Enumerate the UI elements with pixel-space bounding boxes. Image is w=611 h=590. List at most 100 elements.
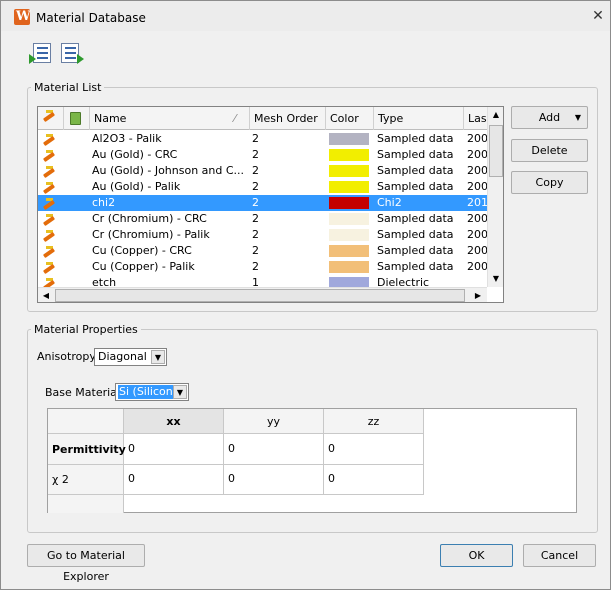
pencil-icon[interactable] [42, 149, 56, 163]
anisotropy-dropdown-icon[interactable]: ▼ [151, 350, 165, 364]
pencil-icon[interactable] [42, 245, 56, 259]
anisotropy-select[interactable]: Diagonal ▼ [94, 348, 167, 366]
sort-indicator-icon: ⁄ [232, 107, 250, 130]
material-row[interactable]: Cr (Chromium) - CRC 2 Sampled data 200 [38, 211, 488, 227]
mesh-order-cell: 2 [252, 212, 259, 225]
pencil-icon[interactable] [42, 213, 56, 227]
column-header-yy[interactable]: yy [224, 409, 324, 434]
close-button[interactable]: ✕ [587, 5, 609, 27]
material-row[interactable]: Cr (Chromium) - Palik 2 Sampled data 200 [38, 227, 488, 243]
cancel-button[interactable]: Cancel [523, 544, 596, 567]
vertical-scrollbar[interactable]: ▲ ▼ [487, 107, 503, 287]
last-modified-cell: 200 [467, 148, 487, 161]
import-materials-icon[interactable] [29, 42, 55, 66]
material-row[interactable]: Al2O3 - Palik 2 Sampled data 200 [38, 131, 488, 147]
pencil-icon [42, 109, 56, 123]
add-button[interactable]: Add ▼ [511, 106, 588, 129]
edit-column-header[interactable] [38, 107, 64, 130]
trash-icon [70, 112, 81, 125]
type-column-header[interactable]: Type [374, 107, 464, 130]
go-to-material-explorer-button[interactable]: Go to Material Explorer [27, 544, 145, 583]
last-modified-cell: 200 [467, 212, 487, 225]
last-modified-cell: 200 [467, 180, 487, 193]
last-modified-cell: 200 [467, 228, 487, 241]
color-swatch [329, 213, 369, 225]
vertical-scroll-thumb[interactable] [489, 125, 503, 177]
material-name-cell: Cr (Chromium) - CRC [92, 212, 207, 225]
color-column-header[interactable]: Color [326, 107, 374, 130]
chi2-xx-cell[interactable]: 0 [124, 465, 224, 495]
material-list-label: Material List [31, 81, 105, 94]
mesh-order-cell: 2 [252, 196, 259, 209]
type-cell: Sampled data [377, 244, 454, 257]
add-button-label: Add [538, 111, 561, 124]
app-logo-icon: W [14, 9, 31, 25]
type-cell: Sampled data [377, 164, 454, 177]
color-swatch [329, 229, 369, 241]
color-swatch [329, 133, 369, 145]
material-name-cell: Au (Gold) - Palik [92, 180, 181, 193]
scroll-right-icon[interactable]: ▶ [470, 288, 486, 302]
anisotropy-label: Anisotropy [37, 350, 96, 363]
base-material-select[interactable]: Si (Silicon) ▼ [115, 383, 189, 401]
base-material-dropdown-icon[interactable]: ▼ [173, 385, 187, 399]
empty-row-header [48, 495, 124, 513]
ok-button[interactable]: OK [440, 544, 513, 567]
pencil-icon[interactable] [42, 261, 56, 275]
pencil-icon[interactable] [42, 165, 56, 179]
color-swatch [329, 149, 369, 161]
properties-grid: xx yy zz Permittivity 0 0 0 χ 2 0 0 0 [47, 408, 577, 513]
last-column-header[interactable]: Las [464, 107, 488, 130]
column-header-zz[interactable]: zz [324, 409, 424, 434]
pencil-icon[interactable] [42, 181, 56, 195]
scroll-left-icon[interactable]: ◀ [38, 288, 54, 302]
material-name-cell: Cu (Copper) - CRC [92, 244, 192, 257]
anisotropy-value: Diagonal [98, 350, 147, 363]
copy-button[interactable]: Copy [511, 171, 588, 194]
type-cell: Chi2 [377, 196, 402, 209]
window-title: Material Database [36, 11, 146, 25]
export-materials-icon[interactable] [59, 42, 85, 66]
material-name-cell: Au (Gold) - CRC [92, 148, 178, 161]
chi2-yy-cell[interactable]: 0 [224, 465, 324, 495]
mesh-order-cell: 2 [252, 260, 259, 273]
pencil-icon[interactable] [42, 229, 56, 243]
pencil-icon[interactable] [42, 197, 56, 211]
mesh-order-column-header[interactable]: Mesh Order [250, 107, 326, 130]
material-name-cell: Al2O3 - Palik [92, 132, 162, 145]
type-cell: Sampled data [377, 260, 454, 273]
horizontal-scroll-thumb[interactable] [55, 289, 465, 302]
mesh-order-cell: 2 [252, 164, 259, 177]
material-row[interactable]: Cu (Copper) - CRC 2 Sampled data 200 [38, 243, 488, 259]
horizontal-scrollbar[interactable]: ◀ ▶ [38, 287, 487, 302]
base-material-label: Base Material [45, 386, 120, 399]
title-bar: W Material Database ✕ [1, 1, 610, 31]
color-swatch [329, 165, 369, 177]
material-row[interactable]: Au (Gold) - Palik 2 Sampled data 200 [38, 179, 488, 195]
base-material-value: Si (Silicon) [118, 385, 179, 399]
material-row[interactable]: Cu (Copper) - Palik 2 Sampled data 200 [38, 259, 488, 275]
scroll-down-icon[interactable]: ▼ [488, 271, 503, 287]
delete-button[interactable]: Delete [511, 139, 588, 162]
row-header-permittivity: Permittivity [48, 434, 126, 465]
chi2-zz-cell[interactable]: 0 [324, 465, 424, 495]
last-modified-cell: 200 [467, 244, 487, 257]
mesh-order-cell: 2 [252, 228, 259, 241]
type-cell: Sampled data [377, 180, 454, 193]
material-name-cell: chi2 [92, 196, 116, 209]
permittivity-zz-cell[interactable]: 0 [324, 434, 424, 465]
name-column-header[interactable]: Name [90, 107, 250, 130]
last-modified-cell: 200 [467, 164, 487, 177]
material-row[interactable]: Au (Gold) - CRC 2 Sampled data 200 [38, 147, 488, 163]
mesh-order-cell: 2 [252, 132, 259, 145]
material-list-grid: Name ⁄ Mesh Order Color Type Las Al2O3 -… [37, 106, 504, 303]
delete-column-header[interactable] [64, 107, 90, 130]
pencil-icon[interactable] [42, 133, 56, 147]
material-row[interactable]: Au (Gold) - Johnson and C... 2 Sampled dat… [38, 163, 488, 179]
material-row[interactable]: chi2 2 Chi2 201 [38, 195, 488, 211]
scroll-up-icon[interactable]: ▲ [488, 107, 503, 123]
material-name-cell: Cr (Chromium) - Palik [92, 228, 210, 241]
permittivity-yy-cell[interactable]: 0 [224, 434, 324, 465]
permittivity-xx-cell[interactable]: 0 [124, 434, 224, 465]
column-header-xx[interactable]: xx [124, 409, 224, 434]
